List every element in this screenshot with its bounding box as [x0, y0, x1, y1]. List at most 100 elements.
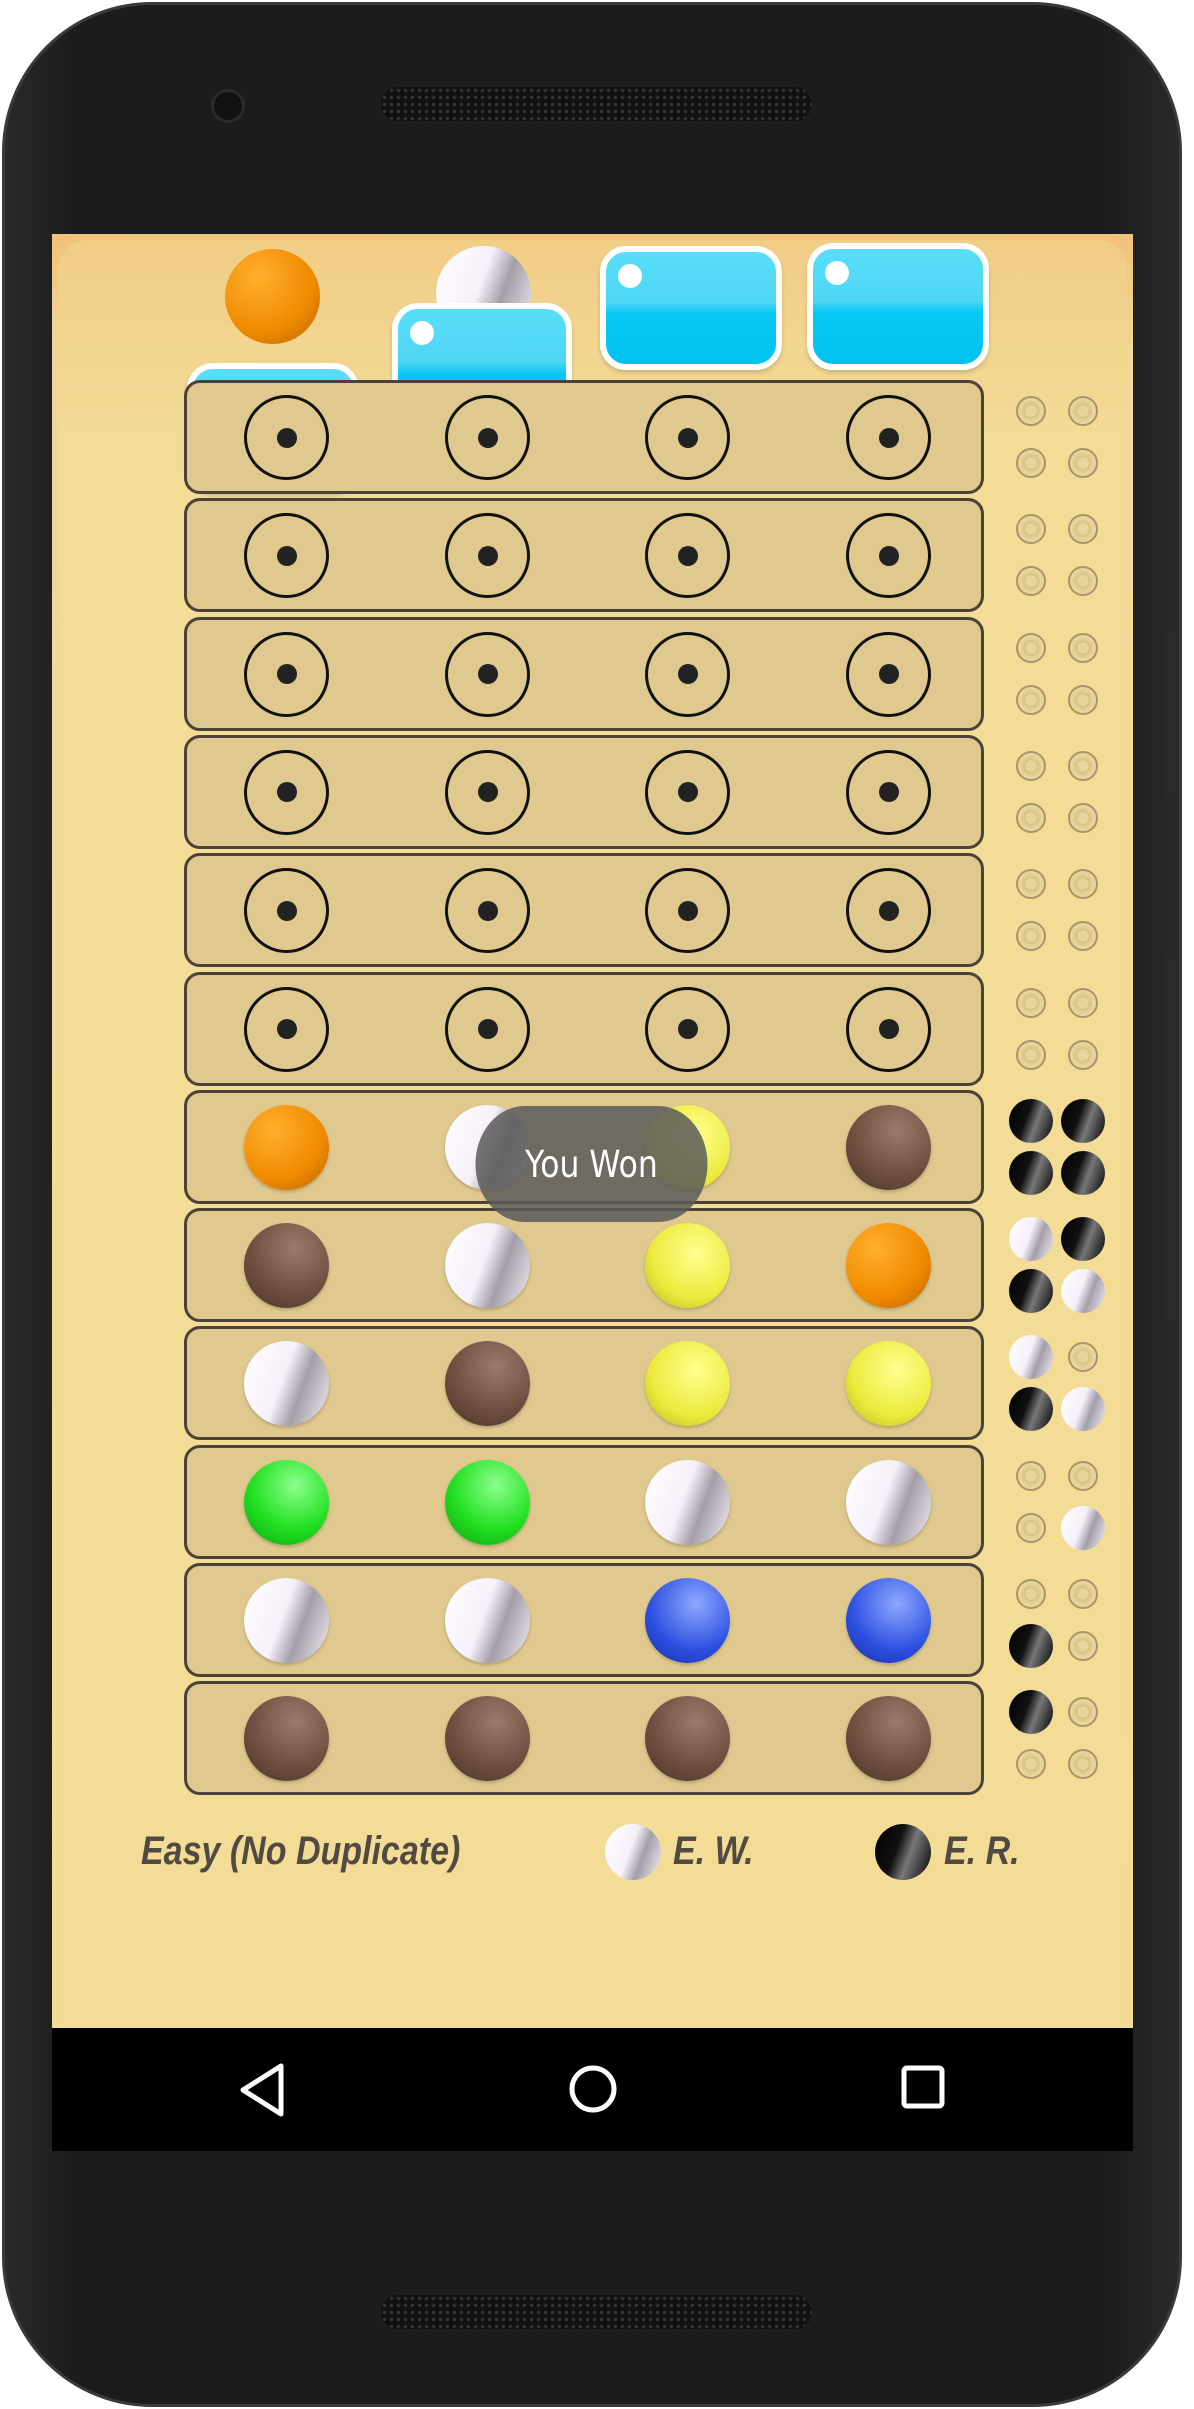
empty-peg-slot[interactable] — [846, 749, 931, 835]
feedback-peg-empty — [1068, 921, 1098, 952]
peg-brown[interactable] — [445, 1341, 530, 1427]
peg-orange[interactable] — [846, 1223, 931, 1309]
guess-row-4[interactable] — [184, 734, 984, 849]
empty-peg-slot[interactable] — [244, 868, 329, 954]
peg-brown[interactable] — [846, 1104, 931, 1190]
guess-row-2[interactable] — [184, 498, 984, 613]
empty-peg-slot[interactable] — [244, 513, 329, 599]
peg-white[interactable] — [445, 1223, 530, 1309]
guess-row-3[interactable] — [184, 616, 984, 731]
empty-peg-slot[interactable] — [645, 986, 730, 1072]
bottom-speaker — [381, 2295, 812, 2329]
feedback-peg-empty — [1016, 987, 1046, 1018]
guess-row-9[interactable] — [184, 1326, 984, 1441]
peg-white[interactable] — [846, 1459, 931, 1545]
guess-row-6[interactable] — [184, 971, 984, 1086]
peg-blue[interactable] — [846, 1578, 931, 1663]
peg-brown[interactable] — [244, 1696, 329, 1782]
feedback-peg-empty — [1016, 1512, 1046, 1543]
peg-blue[interactable] — [645, 1578, 730, 1663]
feedback-peg-empty — [1068, 396, 1098, 426]
guess-row-12[interactable] — [184, 1681, 984, 1796]
empty-peg-slot[interactable] — [445, 868, 530, 954]
empty-peg-slot[interactable] — [645, 395, 730, 480]
peg-brown[interactable] — [846, 1696, 931, 1782]
feedback-peg-empty — [1016, 1460, 1046, 1491]
peg-yellow[interactable] — [645, 1341, 730, 1427]
peg-yellow[interactable] — [645, 1223, 730, 1309]
empty-peg-slot[interactable] — [645, 868, 730, 954]
empty-peg-slot[interactable] — [846, 395, 931, 480]
feedback-peg-white — [1009, 1217, 1053, 1262]
empty-peg-slot[interactable] — [244, 986, 329, 1072]
game-screen: You Won Easy (No Duplicate) E. W. E. R. — [52, 234, 1133, 2028]
empty-peg-slot[interactable] — [846, 986, 931, 1072]
empty-peg-slot[interactable] — [645, 631, 730, 717]
peg-orange[interactable] — [244, 1104, 329, 1190]
peg-white[interactable] — [645, 1459, 730, 1545]
peg-brown[interactable] — [445, 1696, 530, 1782]
empty-peg-slot[interactable] — [846, 868, 931, 954]
peg-white[interactable] — [244, 1578, 329, 1663]
feedback-peg-empty — [1016, 1039, 1046, 1070]
empty-peg-slot[interactable] — [645, 749, 730, 835]
feedback-peg-empty — [1068, 1039, 1098, 1070]
peg-green[interactable] — [445, 1459, 530, 1545]
empty-peg-slot[interactable] — [445, 986, 530, 1072]
feedback-peg-black — [1009, 1624, 1053, 1668]
feedback-peg-empty — [1016, 802, 1046, 833]
feedback-peg-black — [1061, 1217, 1105, 1262]
feedback-peg-white — [1061, 1269, 1105, 1314]
empty-peg-slot[interactable] — [244, 749, 329, 835]
navigation-bar — [52, 2028, 1133, 2151]
empty-peg-slot[interactable] — [846, 513, 931, 599]
feedback-peg-empty — [1016, 396, 1046, 426]
black-peg-legend-label: E. R. — [944, 1829, 1020, 1873]
feedback-peg-black — [1009, 1690, 1053, 1735]
guess-row-8[interactable] — [184, 1208, 984, 1323]
empty-peg-slot[interactable] — [645, 513, 730, 599]
feedback-peg-empty — [1016, 921, 1046, 952]
empty-peg-slot[interactable] — [445, 513, 530, 599]
secret-cover-4 — [807, 243, 989, 370]
peg-brown[interactable] — [244, 1223, 329, 1309]
back-icon[interactable] — [237, 2062, 287, 2118]
feedback-peg-empty — [1068, 750, 1098, 781]
feedback-peg-empty — [1068, 632, 1098, 663]
guess-row-5[interactable] — [184, 853, 984, 968]
secret-cover-3 — [600, 246, 782, 370]
peg-white[interactable] — [244, 1341, 329, 1427]
home-icon[interactable] — [566, 2062, 620, 2116]
peg-brown[interactable] — [645, 1696, 730, 1782]
white-peg-legend-label: E. W. — [673, 1829, 754, 1873]
feedback-peg-empty — [1016, 869, 1046, 900]
feedback-peg-empty — [1016, 448, 1046, 478]
guess-row-10[interactable] — [184, 1444, 984, 1559]
guess-row-1[interactable] — [184, 380, 984, 494]
black-peg-legend-icon — [875, 1824, 931, 1880]
empty-peg-slot[interactable] — [445, 749, 530, 835]
feedback-peg-empty — [1016, 750, 1046, 781]
empty-peg-slot[interactable] — [445, 631, 530, 717]
top-speaker — [381, 87, 812, 121]
empty-peg-slot[interactable] — [846, 631, 931, 717]
feedback-peg-white — [1061, 1505, 1105, 1550]
secret-peg-1 — [225, 249, 320, 344]
feedback-peg-empty — [1068, 1631, 1098, 1661]
recents-icon[interactable] — [898, 2062, 948, 2112]
peg-yellow[interactable] — [846, 1341, 931, 1427]
guess-row-11[interactable] — [184, 1563, 984, 1677]
peg-green[interactable] — [244, 1459, 329, 1545]
feedback-peg-empty — [1068, 869, 1098, 900]
feedback-peg-black — [1009, 1098, 1053, 1143]
feedback-peg-black — [1061, 1150, 1105, 1195]
empty-peg-slot[interactable] — [244, 395, 329, 480]
peg-white[interactable] — [445, 1578, 530, 1663]
empty-peg-slot[interactable] — [445, 395, 530, 480]
volume-button — [1167, 957, 1179, 1319]
empty-peg-slot[interactable] — [244, 631, 329, 717]
toast-message: You Won — [475, 1106, 708, 1222]
difficulty-label: Easy (No Duplicate) — [141, 1829, 461, 1873]
white-peg-legend-icon — [605, 1824, 661, 1880]
feedback-peg-empty — [1016, 632, 1046, 663]
